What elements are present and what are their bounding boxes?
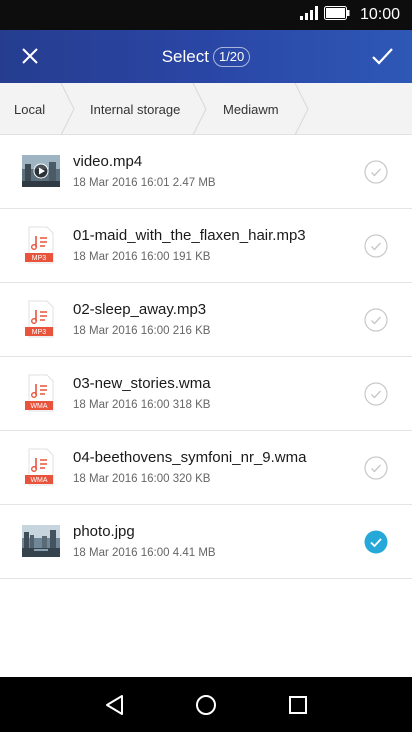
file-row[interactable]: MP3 02-sleep_away.mp3 18 Mar 2016 16:00 … <box>0 283 412 357</box>
unchecked-circle-icon <box>364 382 388 406</box>
image-thumbnail <box>22 522 60 560</box>
file-name: 04-beethovens_symfoni_nr_9.wma <box>73 449 307 466</box>
status-bar: 10:00 <box>0 0 412 30</box>
audio-file-icon: WMA <box>22 448 60 486</box>
battery-icon <box>323 5 350 25</box>
page-title: Select <box>161 46 209 66</box>
file-meta: 18 Mar 2016 16:01 2.47 MB <box>73 177 216 189</box>
status-time: 10:00 <box>359 6 400 23</box>
file-name: photo.jpg <box>73 523 135 540</box>
action-bar: Select 1/20 <box>0 30 412 83</box>
file-type-badge: MP3 <box>32 329 47 336</box>
signal-icon <box>299 5 318 25</box>
audio-file-icon: WMA <box>22 374 60 412</box>
breadcrumb-item-mediawm[interactable]: Mediawm <box>223 83 279 135</box>
check-icon <box>372 48 393 65</box>
file-list: video.mp4 18 Mar 2016 16:01 2.47 MB MP3 … <box>0 135 412 579</box>
file-name: video.mp4 <box>73 153 143 170</box>
navigation-bar <box>0 677 412 732</box>
breadcrumb: Local Internal storage Mediawm <box>0 83 412 135</box>
file-row[interactable]: WMA 03-new_stories.wma 18 Mar 2016 16:00… <box>0 357 412 431</box>
recents-button[interactable] <box>283 690 313 720</box>
checked-circle-icon <box>364 530 388 554</box>
breadcrumb-item-internal-storage[interactable]: Internal storage <box>90 83 180 135</box>
select-checkbox[interactable] <box>364 160 388 184</box>
file-meta: 18 Mar 2016 16:00 320 KB <box>73 473 211 485</box>
audio-file-icon: MP3 <box>22 226 60 264</box>
file-row[interactable]: WMA 04-beethovens_symfoni_nr_9.wma 18 Ma… <box>0 431 412 505</box>
unchecked-circle-icon <box>364 456 388 480</box>
select-checkbox[interactable] <box>364 308 388 332</box>
file-type-badge: WMA <box>30 403 47 410</box>
select-checkbox[interactable] <box>364 530 388 554</box>
file-meta: 18 Mar 2016 16:00 4.41 MB <box>73 547 216 559</box>
status-icons: 10:00 <box>299 5 400 25</box>
title-group: Select 1/20 <box>0 30 412 83</box>
select-checkbox[interactable] <box>364 382 388 406</box>
chevron-right-icon <box>60 83 75 135</box>
audio-file-icon: MP3 <box>22 300 60 338</box>
file-name: 01-maid_with_the_flaxen_hair.mp3 <box>73 227 306 244</box>
unchecked-circle-icon <box>364 308 388 332</box>
file-meta: 18 Mar 2016 16:00 191 KB <box>73 251 211 263</box>
back-triangle-icon <box>106 695 123 715</box>
selection-count: 1/20 <box>212 46 251 67</box>
recents-square-icon <box>289 696 307 714</box>
file-meta: 18 Mar 2016 16:00 216 KB <box>73 325 211 337</box>
select-checkbox[interactable] <box>364 456 388 480</box>
file-name: 03-new_stories.wma <box>73 375 211 392</box>
file-meta: 18 Mar 2016 16:00 318 KB <box>73 399 211 411</box>
home-circle-icon <box>196 695 216 715</box>
chevron-right-icon <box>192 83 207 135</box>
confirm-button[interactable] <box>364 38 400 74</box>
file-type-badge: MP3 <box>32 255 47 262</box>
file-row[interactable]: MP3 01-maid_with_the_flaxen_hair.mp3 18 … <box>0 209 412 283</box>
select-checkbox[interactable] <box>364 234 388 258</box>
unchecked-circle-icon <box>364 234 388 258</box>
breadcrumb-item-local[interactable]: Local <box>14 83 45 135</box>
back-button[interactable] <box>100 690 130 720</box>
unchecked-circle-icon <box>364 160 388 184</box>
file-row[interactable]: video.mp4 18 Mar 2016 16:01 2.47 MB <box>0 135 412 209</box>
video-thumbnail <box>22 152 60 190</box>
file-name: 02-sleep_away.mp3 <box>73 301 207 318</box>
home-button[interactable] <box>191 690 221 720</box>
chevron-right-icon <box>294 83 309 135</box>
file-row[interactable]: photo.jpg 18 Mar 2016 16:00 4.41 MB <box>0 505 412 579</box>
file-type-badge: WMA <box>30 477 47 484</box>
